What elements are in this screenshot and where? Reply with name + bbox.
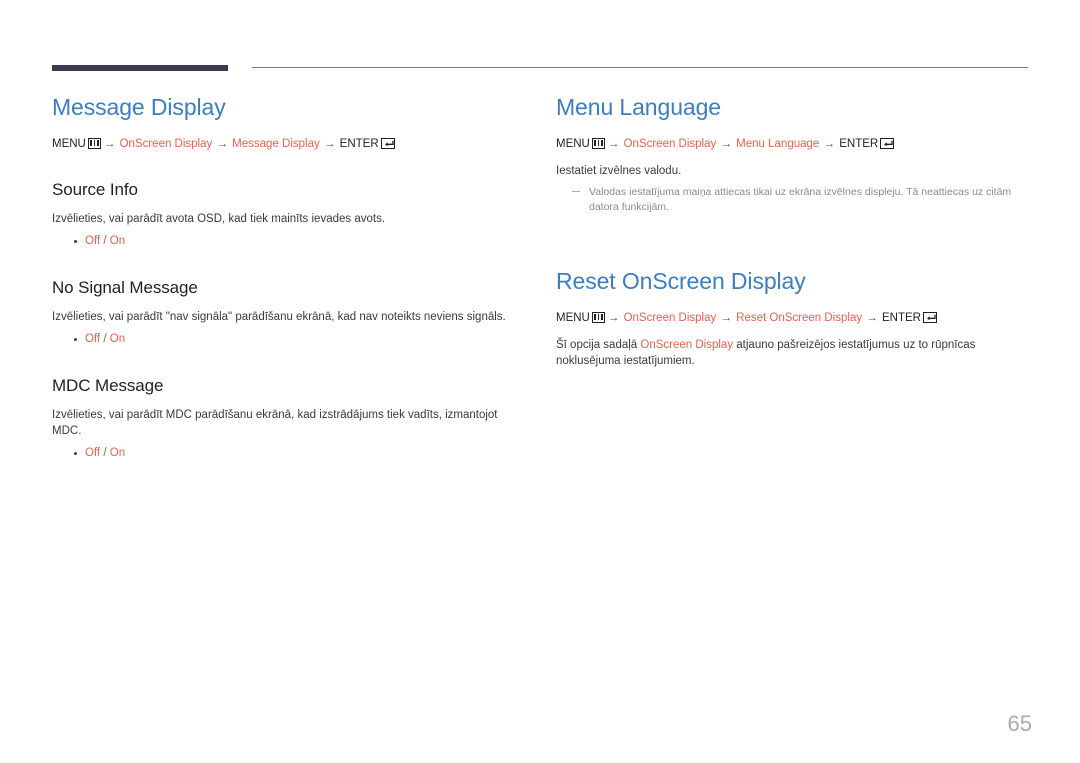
menu-path-crumb-reset-onscreen-display[interactable]: Reset OnScreen Display xyxy=(736,312,862,324)
path-arrow: → xyxy=(720,138,732,150)
menu-box-icon xyxy=(591,312,605,323)
menu-path-message-display: MENU → OnScreen Display → Message Display… xyxy=(52,136,530,152)
option-off[interactable]: Off xyxy=(85,333,100,345)
enter-box-icon xyxy=(880,138,895,149)
section-title-menu-language: Menu Language xyxy=(556,94,721,120)
header-rule-line xyxy=(252,67,1028,68)
menu-path-reset-onscreen-display: MENU → OnScreen Display → Reset OnScreen … xyxy=(556,310,1034,326)
path-arrow: → xyxy=(103,138,116,150)
menu-path-menu-language: MENU → OnScreen Display → Menu Language →… xyxy=(556,136,1034,152)
subsection-body-no-signal-message: Izvēlieties, vai parādīt "nav signāla" p… xyxy=(52,311,506,323)
path-arrow: → xyxy=(607,312,620,324)
path-arrow: → xyxy=(607,138,620,150)
option-separator: / xyxy=(103,235,107,247)
header-rule xyxy=(52,62,1028,74)
menu-path-menu-label: MENU xyxy=(52,138,86,150)
menu-path-menu-label: MENU xyxy=(556,138,590,150)
subsection-title-mdc-message: MDC Message xyxy=(52,376,164,395)
menu-path-crumb-message-display[interactable]: Message Display xyxy=(232,138,320,150)
menu-language-note: Valodas iestatījuma maiņa attiecas tikai… xyxy=(568,185,1034,214)
section-title-message-display: Message Display xyxy=(52,94,226,120)
menu-path-enter-label: ENTER xyxy=(882,312,921,324)
path-arrow: → xyxy=(866,312,878,324)
path-arrow: → xyxy=(823,138,836,150)
menu-box-icon xyxy=(591,138,605,149)
menu-language-body: Iestatiet izvēlnes valodu. xyxy=(556,165,682,177)
option-list-mdc-message: Off / On xyxy=(52,445,530,462)
option-list-no-signal-message: Off / On xyxy=(52,331,530,348)
subsection-body-source-info: Izvēlieties, vai parādīt avota OSD, kad … xyxy=(52,213,386,225)
path-arrow: → xyxy=(216,138,228,150)
menu-path-enter-label: ENTER xyxy=(839,138,879,150)
menu-path-crumb-onscreen-display[interactable]: OnScreen Display xyxy=(624,312,717,324)
option-item: Off / On xyxy=(52,233,530,250)
reset-body-accent[interactable]: OnScreen Display xyxy=(640,339,733,351)
menu-path-enter-label: ENTER xyxy=(339,138,379,150)
menu-path-crumb-menu-language[interactable]: Menu Language xyxy=(736,138,819,150)
option-on[interactable]: On xyxy=(110,447,125,459)
enter-box-icon xyxy=(380,138,395,149)
path-arrow: → xyxy=(323,138,336,150)
right-column: Menu Language MENU → OnScreen Display → M… xyxy=(556,92,1034,375)
reset-body-before: Šī opcija sadaļā xyxy=(556,339,641,351)
option-on[interactable]: On xyxy=(110,235,125,247)
menu-box-icon xyxy=(87,138,101,149)
subsection-title-source-info: Source Info xyxy=(52,180,138,199)
menu-path-menu-label: MENU xyxy=(556,312,590,324)
manual-page: Message Display MENU → OnScreen Display →… xyxy=(0,0,1080,763)
option-off[interactable]: Off xyxy=(85,447,100,459)
subsection-title-no-signal-message: No Signal Message xyxy=(52,278,198,297)
left-column: Message Display MENU → OnScreen Display →… xyxy=(52,92,530,462)
subsection-body-mdc-message: Izvēlieties, vai parādīt MDC parādīšanu … xyxy=(52,409,498,437)
path-arrow: → xyxy=(720,312,732,324)
option-list-source-info: Off / On xyxy=(52,233,530,250)
option-off[interactable]: Off xyxy=(85,235,100,247)
header-rule-accent-bar xyxy=(52,65,228,71)
page-number: 65 xyxy=(1007,711,1032,736)
option-on[interactable]: On xyxy=(110,333,125,345)
option-item: Off / On xyxy=(52,331,530,348)
option-item: Off / On xyxy=(52,445,530,462)
menu-path-crumb-onscreen-display[interactable]: OnScreen Display xyxy=(120,138,213,150)
enter-box-icon xyxy=(922,312,937,323)
option-separator: / xyxy=(103,447,107,459)
reset-onscreen-display-body: Šī opcija sadaļā OnScreen Display atjaun… xyxy=(556,337,1034,369)
section-title-reset-onscreen-display: Reset OnScreen Display xyxy=(556,268,806,294)
option-separator: / xyxy=(103,333,107,345)
menu-path-crumb-onscreen-display[interactable]: OnScreen Display xyxy=(624,138,717,150)
